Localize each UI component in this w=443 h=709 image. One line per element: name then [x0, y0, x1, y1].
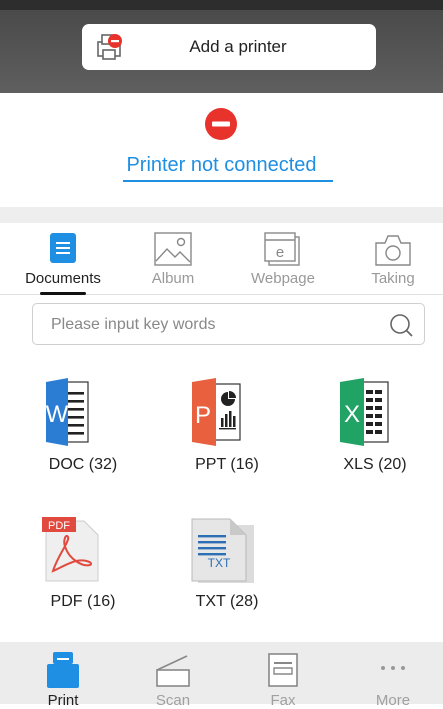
- powerpoint-icon: P: [192, 378, 241, 446]
- add-printer-label: Add a printer: [189, 37, 287, 56]
- file-type-txt[interactable]: TXT TXT (28): [172, 515, 282, 635]
- section-divider: [0, 207, 443, 223]
- search-input[interactable]: Please input key words: [51, 316, 216, 334]
- webpage-icon: e: [264, 232, 300, 266]
- printer-error-icon: [97, 34, 122, 60]
- svg-text:W: W: [46, 401, 69, 428]
- add-printer-button[interactable]: Add a printer: [82, 24, 376, 70]
- fax-icon: [268, 653, 298, 687]
- printer-status: Printer not connected: [0, 93, 443, 207]
- svg-text:P: P: [195, 402, 211, 429]
- camera-icon: [375, 235, 411, 266]
- print-icon: [47, 652, 79, 688]
- tab-webpage[interactable]: e Webpage: [228, 223, 338, 295]
- file-type-pdf[interactable]: PDF PDF (16): [28, 515, 138, 635]
- tab-album[interactable]: Album: [118, 223, 228, 295]
- txt-icon: TXT: [191, 518, 254, 583]
- nav-more-label: More: [375, 692, 411, 709]
- nav-fax-label: Fax: [270, 692, 296, 709]
- source-tabs: Documents Album e Webpage Taking: [0, 223, 443, 295]
- nav-more[interactable]: More: [338, 642, 443, 709]
- scan-icon: [156, 655, 190, 687]
- search-box[interactable]: Please input key words: [32, 303, 425, 345]
- svg-text:e: e: [276, 244, 284, 261]
- tab-album-label: Album: [151, 270, 195, 287]
- file-type-label: PPT (16): [195, 456, 259, 473]
- tab-documents-label: Documents: [25, 270, 101, 287]
- svg-text:PDF: PDF: [48, 520, 70, 532]
- printer-not-connected-link[interactable]: Printer not connected: [0, 154, 443, 177]
- album-icon: [154, 232, 192, 266]
- tab-webpage-label: Webpage: [251, 270, 315, 287]
- pdf-icon: PDF: [42, 517, 99, 582]
- status-link-underline: [123, 180, 333, 182]
- tab-documents[interactable]: Documents: [8, 223, 118, 295]
- word-doc-icon: W: [46, 378, 89, 446]
- file-type-xls[interactable]: X XLS (20): [320, 378, 430, 498]
- tab-taking-label: Taking: [371, 270, 415, 287]
- excel-icon: X: [340, 378, 389, 446]
- file-type-label: TXT (28): [195, 593, 259, 610]
- file-type-doc[interactable]: W DOC (32): [28, 378, 138, 498]
- svg-text:X: X: [344, 401, 360, 428]
- bottom-nav: Print Scan Fax More: [0, 642, 443, 709]
- nav-scan-label: Scan: [155, 692, 191, 709]
- more-icon: [381, 666, 405, 670]
- active-tab-indicator: [40, 292, 86, 295]
- file-type-label: XLS (20): [343, 456, 407, 473]
- svg-text:TXT: TXT: [208, 556, 231, 570]
- nav-print[interactable]: Print: [8, 642, 118, 709]
- documents-icon: [50, 233, 76, 263]
- file-type-label: DOC (32): [48, 456, 118, 473]
- nav-print-label: Print: [47, 692, 79, 709]
- file-type-label: PDF (16): [50, 593, 116, 610]
- error-icon: [205, 108, 237, 140]
- search-icon[interactable]: [388, 312, 414, 338]
- nav-scan[interactable]: Scan: [118, 642, 228, 709]
- nav-fax[interactable]: Fax: [228, 642, 338, 709]
- file-type-ppt[interactable]: P PPT (16): [172, 378, 282, 498]
- top-bar: Add a printer: [0, 0, 443, 93]
- tab-taking[interactable]: Taking: [338, 223, 443, 295]
